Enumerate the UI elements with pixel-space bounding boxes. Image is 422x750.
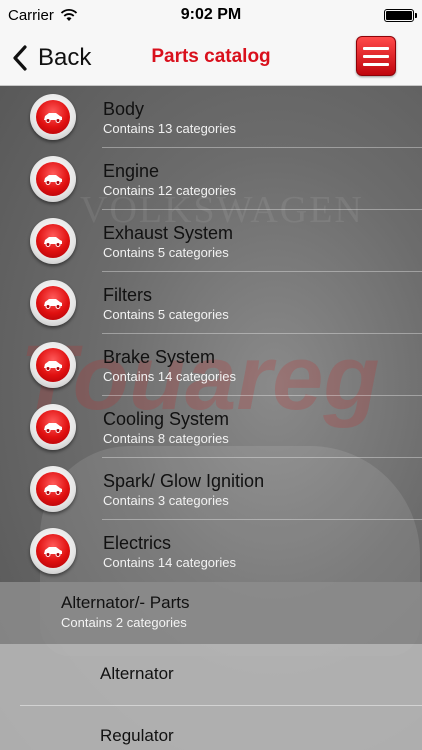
category-subtitle: Contains 13 categories [103,121,236,136]
category-subtitle: Contains 14 categories [103,369,236,384]
car-badge-icon [30,218,76,264]
menu-icon-bar [363,54,389,58]
category-title: Spark/ Glow Ignition [103,471,265,491]
car-badge-icon [30,94,76,140]
part-row-alternator[interactable]: Alternator [0,644,422,706]
category-row-electrics[interactable]: Electrics Contains 14 categories [0,520,422,582]
car-badge-icon [30,404,76,450]
carrier-label: Carrier [8,6,54,24]
category-subtitle: Contains 3 categories [103,493,229,508]
category-row-cooling-system[interactable]: Cooling System Contains 8 categories [0,396,422,458]
category-title: Engine [103,161,160,181]
status-time: 9:02 PM [180,6,242,23]
status-bar: Carrier 9:02 PM [0,0,422,30]
part-title: Alternator [100,664,174,683]
car-badge-icon [30,280,76,326]
wifi-icon [60,9,77,21]
car-badge-icon [30,342,76,388]
car-badge-icon [30,156,76,202]
category-row-exhaust-system[interactable]: Exhaust System Contains 5 categories [0,210,422,272]
subcategory-title: Alternator/- Parts [61,593,190,612]
category-row-filters[interactable]: Filters Contains 5 categories [0,272,422,334]
status-left: Carrier [8,7,138,24]
menu-button[interactable] [356,36,396,76]
menu-icon-bar [363,46,389,50]
battery-icon [384,8,417,22]
catalog-list[interactable]: VOLKSWAGEN Touareg Body Contains 13 cate… [0,86,422,750]
part-title: Regulator [100,726,174,745]
category-row-body[interactable]: Body Contains 13 categories [0,86,422,148]
category-subtitle: Contains 12 categories [103,183,236,198]
subcategory-subtitle: Contains 2 categories [61,615,187,630]
category-subtitle: Contains 14 categories [103,555,236,570]
category-row-engine[interactable]: Engine Contains 12 categories [0,148,422,210]
category-subtitle: Contains 5 categories [103,307,229,322]
subcategory-row-alternator-parts[interactable]: Alternator/- Parts Contains 2 categories [0,582,422,644]
category-title: Cooling System [103,409,230,429]
category-title: Brake System [103,347,216,367]
menu-icon-bar [363,62,389,66]
category-title: Body [103,99,145,119]
category-title: Electrics [103,533,172,553]
status-right [284,8,417,22]
category-title: Filters [103,285,152,305]
category-row-spark-glow-ignition[interactable]: Spark/ Glow Ignition Contains 3 categori… [0,458,422,520]
category-row-brake-system[interactable]: Brake System Contains 14 categories [0,334,422,396]
category-subtitle: Contains 5 categories [103,245,229,260]
car-badge-icon [30,466,76,512]
car-badge-icon [30,528,76,574]
category-subtitle: Contains 8 categories [103,431,229,446]
nav-bar: Back Parts catalog [0,30,422,86]
part-row-regulator[interactable]: Regulator [0,706,422,750]
category-title: Exhaust System [103,223,234,243]
